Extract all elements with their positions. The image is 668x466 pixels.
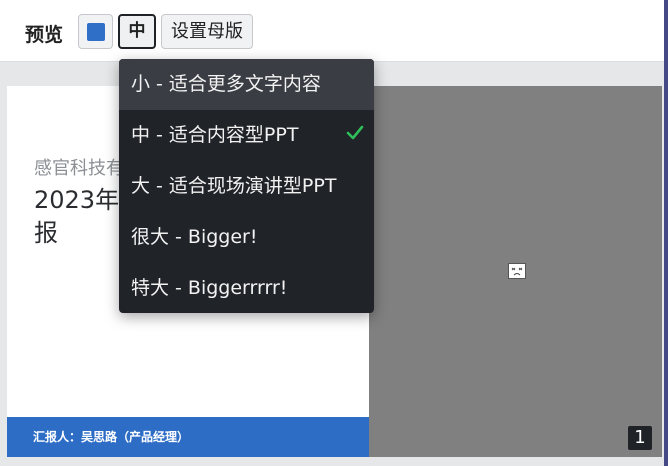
company-name: 感官科技有: [34, 158, 124, 179]
dropdown-item-label: 大 - 适合现场演讲型PPT: [131, 175, 337, 197]
dropdown-item-label: 很大 - Bigger!: [131, 226, 258, 248]
checkmark-icon: [346, 125, 364, 140]
broken-image-icon: [508, 263, 526, 279]
page-number-badge: 1: [628, 426, 652, 450]
slide-footer-bar: 汇报人：吴思路（产品经理）: [7, 417, 369, 457]
set-master-button[interactable]: 设置母版: [161, 14, 253, 49]
color-button[interactable]: [78, 14, 113, 49]
dropdown-item-biggest[interactable]: 特大 - Biggerrrrr!: [119, 263, 374, 313]
page-title: 预览: [25, 24, 64, 46]
app-window: 预览 中 设置母版 感官科技有 2023年 报 汇报人：吴思路（产品经理） 1: [0, 0, 664, 466]
dropdown-item-small[interactable]: 小 - 适合更多文字内容: [119, 59, 374, 110]
dropdown-item-bigger[interactable]: 很大 - Bigger!: [119, 212, 374, 263]
toolbar: 预览 中 设置母版: [0, 0, 664, 62]
dropdown-item-large[interactable]: 大 - 适合现场演讲型PPT: [119, 161, 374, 212]
font-size-button[interactable]: 中: [118, 14, 156, 49]
dropdown-item-label: 小 - 适合更多文字内容: [131, 73, 321, 95]
dropdown-item-label: 中 - 适合内容型PPT: [131, 124, 299, 146]
font-size-dropdown: 小 - 适合更多文字内容 中 - 适合内容型PPT 大 - 适合现场演讲型PPT…: [119, 59, 374, 313]
dropdown-item-label: 特大 - Biggerrrrr!: [131, 277, 288, 299]
reporter-text: 汇报人：吴思路（产品经理）: [33, 430, 190, 444]
color-swatch: [87, 23, 105, 41]
slide-image-panel: [369, 86, 662, 457]
dropdown-item-medium[interactable]: 中 - 适合内容型PPT: [119, 110, 374, 161]
